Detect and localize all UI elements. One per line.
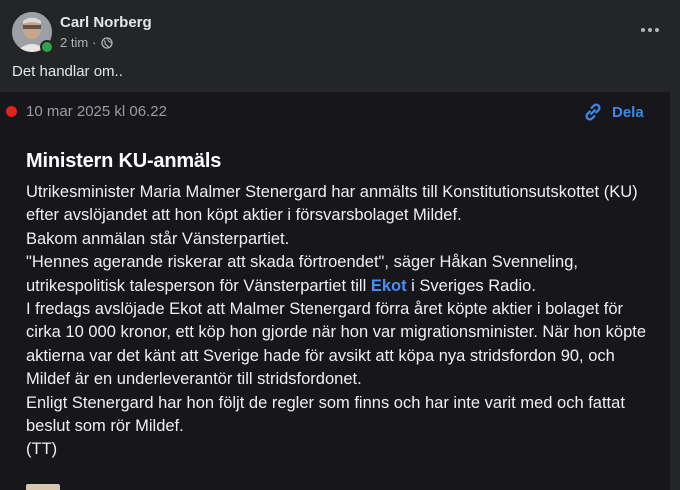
article-paragraph: (TT) xyxy=(26,440,58,459)
author-name[interactable]: Carl Norberg xyxy=(60,14,152,31)
next-item-thumbnail[interactable] xyxy=(26,484,60,490)
article-paragraph: Bakom anmälan står Vänsterpartiet. xyxy=(26,229,290,248)
post-text: Det handlar om.. xyxy=(12,63,123,80)
more-icon xyxy=(655,28,659,32)
globe-icon[interactable] xyxy=(100,36,113,49)
paragraph-text: i Sveriges Radio. xyxy=(406,276,536,295)
article-paragraph: Enligt Stenergard har hon följt de regle… xyxy=(26,393,625,436)
post-time[interactable]: 2 tim xyxy=(60,35,88,50)
article-paragraph: "Hennes agerande riskerar att skada fört… xyxy=(26,251,662,298)
post-meta: 2 tim · xyxy=(60,35,113,50)
meta-separator: · xyxy=(92,35,97,50)
ekot-link[interactable]: Ekot xyxy=(371,277,407,295)
more-options-button[interactable] xyxy=(634,16,666,44)
link-icon xyxy=(585,103,601,121)
live-indicator-dot xyxy=(6,106,17,117)
more-icon xyxy=(641,28,645,32)
article-body: Utrikesminister Maria Malmer Stenergard … xyxy=(26,181,662,462)
online-status-dot xyxy=(40,40,54,54)
more-icon xyxy=(648,28,652,32)
embedded-article[interactable]: 10 mar 2025 kl 06.22 Dela Ministern KU-a… xyxy=(0,92,670,490)
article-timestamp: 10 mar 2025 kl 06.22 xyxy=(26,103,167,120)
share-label: Dela xyxy=(612,103,644,121)
share-button[interactable]: Dela xyxy=(582,101,644,123)
article-paragraph: Utrikesminister Maria Malmer Stenergard … xyxy=(26,183,638,225)
post-header: Carl Norberg 2 tim · xyxy=(0,0,680,60)
article-headline: Ministern KU-anmäls xyxy=(26,150,222,172)
article-paragraph: I fredags avslöjade Ekot att Malmer Sten… xyxy=(26,300,647,389)
